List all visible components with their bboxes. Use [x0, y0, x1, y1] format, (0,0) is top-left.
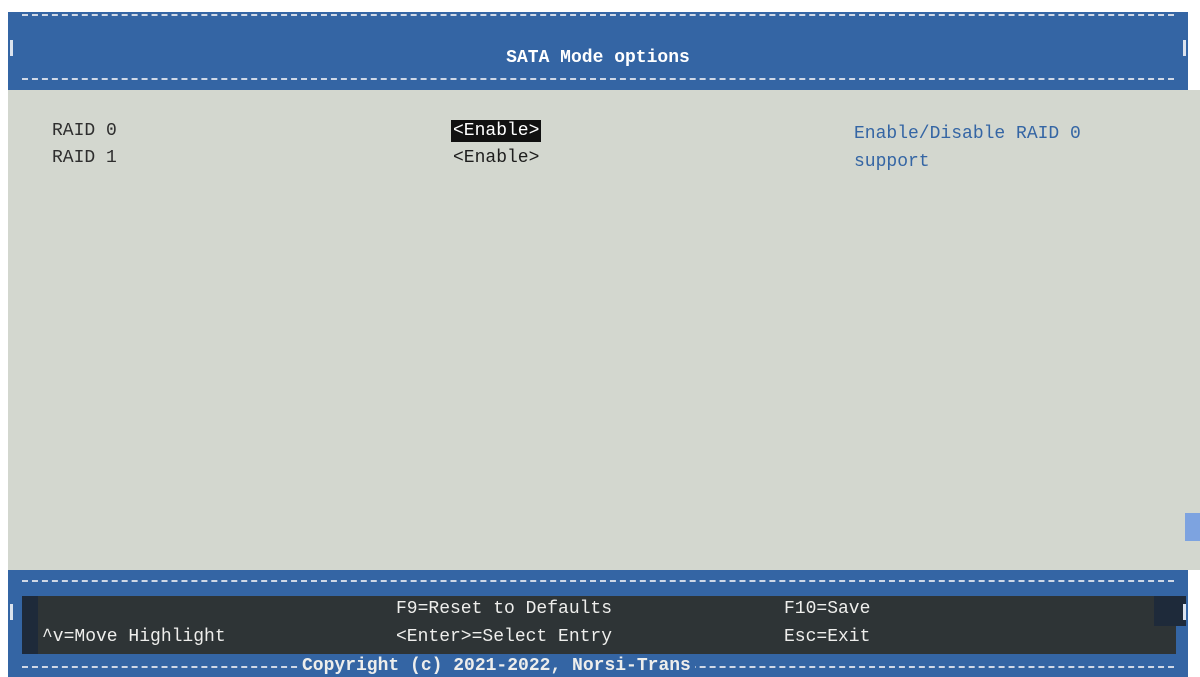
header-bottom-border	[22, 78, 1174, 80]
key-hint-save: F10=Save	[784, 599, 871, 619]
key-hint-exit: Esc=Exit	[784, 627, 871, 647]
footer-right-block	[1154, 596, 1186, 626]
scrollbar-thumb[interactable]	[1185, 513, 1200, 541]
key-hint-reset: F9=Reset to Defaults	[396, 599, 613, 619]
help-text: Enable/Disable RAID 0 support	[854, 120, 1184, 176]
header-top-border	[22, 14, 1174, 16]
option-value-raid1[interactable]: <Enable>	[453, 147, 539, 169]
footer-right-edge	[1183, 604, 1186, 620]
copyright-notice: Copyright (c) 2021-2022, Norsi-Trans	[298, 656, 695, 676]
header-bar: SATA Mode options	[8, 12, 1188, 90]
key-hint-select: <Enter>=Select Entry	[396, 627, 613, 647]
option-value-raid0[interactable]: <Enable>	[451, 120, 542, 142]
bios-setup-screen: SATA Mode options RAID 0 <Enable> RAID 1…	[0, 0, 1200, 677]
footer-left-block	[22, 596, 38, 654]
option-label-raid0: RAID 0	[52, 121, 117, 141]
help-line-1: Enable/Disable RAID 0	[854, 124, 1081, 144]
options-panel: RAID 0 <Enable> RAID 1 <Enable> Enable/D…	[8, 90, 1200, 570]
help-line-2: support	[854, 152, 930, 172]
footer-left-edge	[10, 604, 13, 620]
footer-top-border	[22, 580, 1174, 582]
footer-bar: F9=Reset to Defaults F10=Save ^v=Move Hi…	[8, 570, 1188, 677]
key-hint-move: ^v=Move Highlight	[42, 627, 226, 647]
option-label-raid1: RAID 1	[52, 148, 117, 168]
page-title: SATA Mode options	[506, 48, 690, 68]
